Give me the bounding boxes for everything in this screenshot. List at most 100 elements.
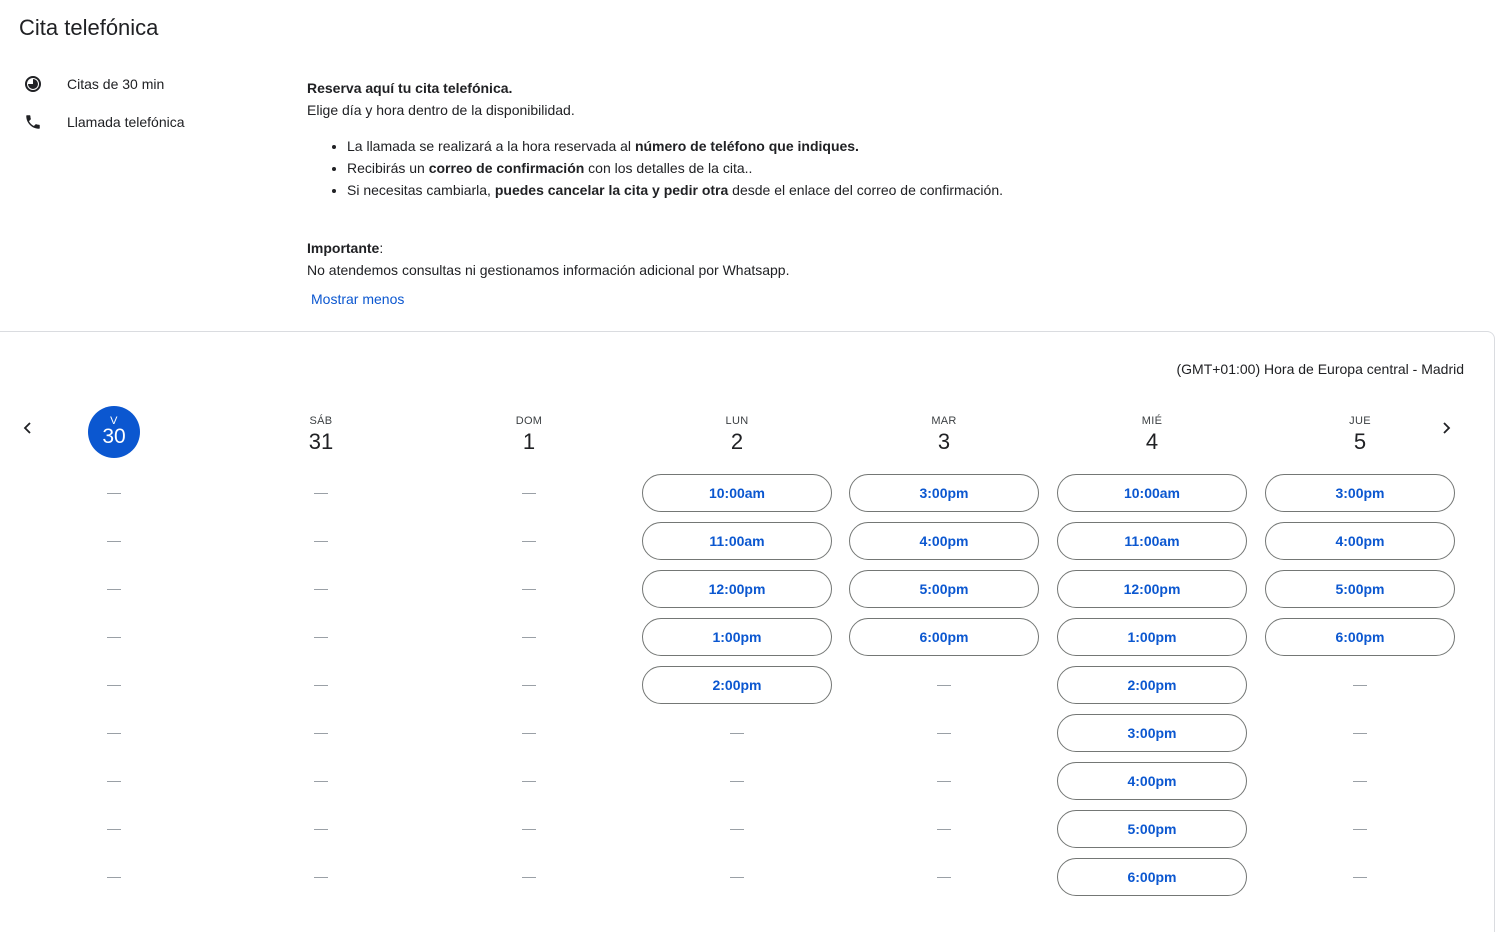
time-slot-button[interactable]: 10:00am (1057, 474, 1247, 512)
time-slot-button[interactable]: 1:00pm (642, 618, 832, 656)
time-slot-button[interactable]: 12:00pm (1057, 570, 1247, 608)
no-slot-dash (937, 781, 951, 782)
day-number: 4 (1145, 429, 1159, 454)
clock-icon (24, 75, 42, 93)
no-slot-dash (522, 733, 536, 734)
no-slot-dash (107, 781, 121, 782)
no-slot-dash (314, 685, 328, 686)
important-note: Importante: (307, 240, 384, 256)
call-type-row: Llamada telefónica (24, 113, 185, 131)
no-slot-dash (937, 733, 951, 734)
no-slot-dash (522, 829, 536, 830)
no-slot-dash (314, 733, 328, 734)
day-header-4: MAR 3 (848, 404, 1040, 455)
bullet-item: Si necesitas cambiarla, puedes cancelar … (347, 179, 1207, 201)
time-slot-button[interactable]: 12:00pm (642, 570, 832, 608)
day-of-week: MAR (931, 415, 957, 427)
time-slot-button[interactable]: 3:00pm (849, 474, 1039, 512)
time-slot-button[interactable]: 11:00am (642, 522, 832, 560)
no-slot-dash (1353, 733, 1367, 734)
time-slot-button[interactable]: 5:00pm (849, 570, 1039, 608)
time-slot-button[interactable]: 6:00pm (1057, 858, 1247, 896)
no-slot-dash (522, 541, 536, 542)
duration-label: Citas de 30 min (67, 76, 165, 92)
day-number: 5 (1353, 429, 1367, 454)
time-slot-button[interactable]: 5:00pm (1265, 570, 1455, 608)
no-slot-dash (522, 877, 536, 878)
day-header-3: LUN 2 (641, 404, 833, 455)
time-slot-button[interactable]: 6:00pm (849, 618, 1039, 656)
no-slot-dash (314, 829, 328, 830)
time-slot-button[interactable]: 1:00pm (1057, 618, 1247, 656)
no-slot-dash (107, 829, 121, 830)
description: Reserva aquí tu cita telefónica. Elige d… (307, 77, 1207, 281)
timezone-label[interactable]: (GMT+01:00) Hora de Europa central - Mad… (1176, 361, 1464, 377)
no-slot-dash (107, 493, 121, 494)
no-slot-dash (522, 589, 536, 590)
no-slot-dash (730, 877, 744, 878)
no-slot-dash (314, 493, 328, 494)
day-header-0: V 30 (18, 404, 210, 458)
time-slot-button[interactable]: 11:00am (1057, 522, 1247, 560)
day-header-5: MIÉ 4 (1056, 404, 1248, 455)
no-slot-dash (314, 781, 328, 782)
day-number: 30 (102, 425, 126, 448)
phone-icon (24, 113, 42, 131)
time-slot-button[interactable]: 6:00pm (1265, 618, 1455, 656)
day-header-2: DOM 1 (433, 404, 625, 455)
no-slot-dash (314, 877, 328, 878)
no-slot-dash (730, 733, 744, 734)
day-of-week: DOM (515, 415, 543, 427)
time-slot-button[interactable]: 2:00pm (642, 666, 832, 704)
no-slot-dash (107, 877, 121, 878)
no-slot-dash (522, 493, 536, 494)
time-slot-button[interactable]: 3:00pm (1265, 474, 1455, 512)
no-slot-dash (1353, 781, 1367, 782)
no-slot-dash (937, 829, 951, 830)
no-slot-dash (937, 685, 951, 686)
no-slot-dash (1353, 685, 1367, 686)
day-number: 31 (308, 429, 334, 454)
day-of-week: LUN (725, 415, 749, 427)
description-heading: Reserva aquí tu cita telefónica. (307, 80, 513, 96)
no-slot-dash (730, 781, 744, 782)
duration-row: Citas de 30 min (24, 75, 164, 93)
today-indicator[interactable]: V 30 (88, 406, 140, 458)
day-of-week: MIÉ (1141, 415, 1163, 427)
time-slot-button[interactable]: 5:00pm (1057, 810, 1247, 848)
time-slot-button[interactable]: 2:00pm (1057, 666, 1247, 704)
no-slot-dash (1353, 829, 1367, 830)
day-number: 1 (522, 429, 536, 454)
day-of-week: JUE (1349, 415, 1371, 427)
bullet-item: La llamada se realizará a la hora reserv… (347, 135, 1207, 157)
no-slot-dash (107, 589, 121, 590)
description-bullets: La llamada se realizará a la hora reserv… (307, 135, 1207, 201)
bullet-item: Recibirás un correo de confirmación con … (347, 157, 1207, 179)
important-label: Importante (307, 240, 380, 256)
no-slot-dash (1353, 877, 1367, 878)
day-header-6: JUE 5 (1264, 404, 1456, 455)
day-number: 2 (730, 429, 744, 454)
no-slot-dash (522, 637, 536, 638)
no-slot-dash (107, 541, 121, 542)
day-of-week: SÁB (309, 415, 333, 427)
time-slot-button[interactable]: 4:00pm (849, 522, 1039, 560)
time-slot-button[interactable]: 4:00pm (1057, 762, 1247, 800)
no-slot-dash (314, 637, 328, 638)
no-slot-dash (107, 637, 121, 638)
time-slot-button[interactable]: 10:00am (642, 474, 832, 512)
description-subheading: Elige día y hora dentro de la disponibil… (307, 102, 575, 118)
time-slot-button[interactable]: 3:00pm (1057, 714, 1247, 752)
no-slot-dash (314, 589, 328, 590)
day-header-1: SÁB 31 (225, 404, 417, 455)
no-slot-dash (314, 541, 328, 542)
no-slot-dash (937, 877, 951, 878)
day-number: 3 (937, 429, 951, 454)
page-title: Cita telefónica (19, 15, 159, 40)
no-slot-dash (107, 685, 121, 686)
show-less-link[interactable]: Mostrar menos (311, 291, 404, 307)
no-slot-dash (522, 781, 536, 782)
call-type-label: Llamada telefónica (67, 114, 185, 130)
no-slot-dash (522, 685, 536, 686)
time-slot-button[interactable]: 4:00pm (1265, 522, 1455, 560)
